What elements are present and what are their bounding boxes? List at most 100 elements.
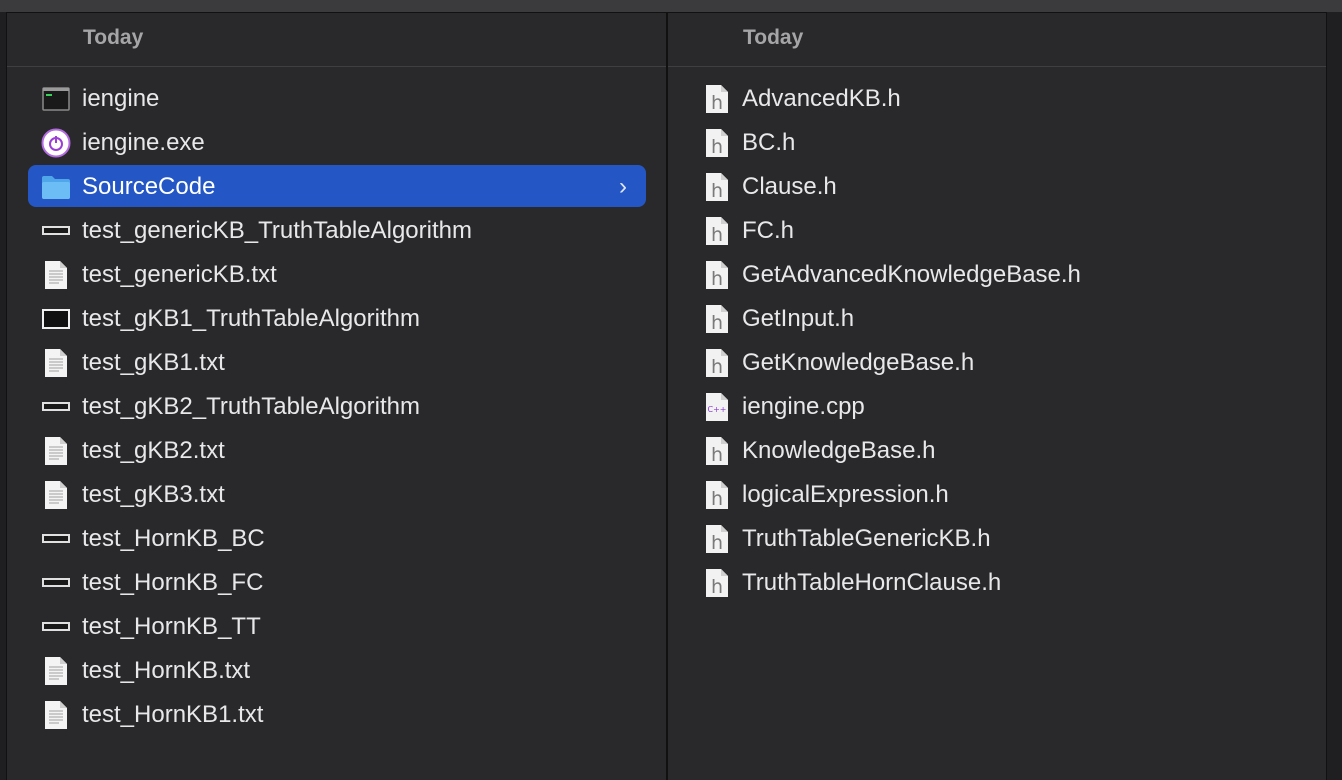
column-header-label: Today: [83, 26, 144, 49]
file-row[interactable]: test_HornKB1.txt: [7, 693, 666, 737]
file-list: h AdvancedKB.h h BC.h h Clause.h h FC.h …: [668, 77, 1326, 605]
sidebar-edge: [0, 12, 7, 780]
file-name: BC.h: [742, 129, 796, 156]
file-row-selected[interactable]: SourceCode ›: [7, 165, 666, 209]
text-doc-icon: [41, 656, 71, 686]
file-row[interactable]: test_HornKB_TT: [7, 605, 666, 649]
file-name: test_gKB2.txt: [82, 437, 225, 464]
h-file-icon: h: [702, 304, 732, 334]
file-row[interactable]: h AdvancedKB.h: [668, 77, 1326, 121]
file-list: iengine iengine.exe SourceCode › test_ge…: [7, 77, 666, 737]
window-edge: [1326, 12, 1342, 780]
file-name: iengine.exe: [82, 129, 205, 156]
file-name: test_gKB2_TruthTableAlgorithm: [82, 393, 420, 420]
file-row[interactable]: h TruthTableGenericKB.h: [668, 517, 1326, 561]
file-name: SourceCode: [82, 173, 216, 200]
file-row[interactable]: C++ iengine.cpp: [668, 385, 1326, 429]
file-name: test_HornKB_FC: [82, 569, 264, 596]
file-row[interactable]: test_gKB1_TruthTableAlgorithm: [7, 297, 666, 341]
text-doc-icon: [41, 700, 71, 730]
file-name: Clause.h: [742, 173, 837, 200]
text-doc-icon: [41, 480, 71, 510]
file-name: logicalExpression.h: [742, 481, 949, 508]
h-file-icon: h: [702, 84, 732, 114]
file-row[interactable]: test_genericKB_TruthTableAlgorithm: [7, 209, 666, 253]
exe-power-icon: [41, 128, 71, 158]
svg-text:h: h: [711, 356, 723, 378]
file-name: FC.h: [742, 217, 795, 244]
h-file-icon: h: [702, 216, 732, 246]
file-row[interactable]: h KnowledgeBase.h: [668, 429, 1326, 473]
file-name: TruthTableHornClause.h: [742, 569, 1002, 596]
column-left[interactable]: Today iengine iengine.exe SourceCode › t…: [7, 13, 666, 780]
exec-bar-icon: [41, 524, 71, 554]
file-row[interactable]: test_gKB2_TruthTableAlgorithm: [7, 385, 666, 429]
column-right[interactable]: Today h AdvancedKB.h h BC.h h Clause.h h…: [668, 13, 1326, 780]
svg-text:h: h: [711, 488, 723, 510]
column-header[interactable]: Today: [668, 13, 1326, 67]
exec-bar-icon: [41, 612, 71, 642]
exec-bar-icon: [41, 392, 71, 422]
file-row[interactable]: h FC.h: [668, 209, 1326, 253]
file-row[interactable]: h GetInput.h: [668, 297, 1326, 341]
file-row[interactable]: h Clause.h: [668, 165, 1326, 209]
column-header-label: Today: [743, 26, 804, 49]
file-name: test_HornKB.txt: [82, 657, 251, 684]
exec-bar-icon: [41, 216, 71, 246]
file-row[interactable]: test_genericKB.txt: [7, 253, 666, 297]
file-row[interactable]: h TruthTableHornClause.h: [668, 561, 1326, 605]
column-header[interactable]: Today: [7, 13, 666, 67]
file-name: TruthTableGenericKB.h: [742, 525, 991, 552]
svg-text:h: h: [711, 136, 723, 158]
exec-bar-icon: [41, 568, 71, 598]
svg-text:h: h: [711, 576, 723, 598]
file-name: AdvancedKB.h: [742, 85, 901, 112]
chevron-right-icon: ›: [619, 173, 627, 200]
svg-text:h: h: [711, 444, 723, 466]
file-row[interactable]: h logicalExpression.h: [668, 473, 1326, 517]
file-name: iengine: [82, 85, 160, 112]
file-name: GetInput.h: [742, 305, 855, 332]
file-row[interactable]: h GetKnowledgeBase.h: [668, 341, 1326, 385]
h-file-icon: h: [702, 480, 732, 510]
file-row[interactable]: h BC.h: [668, 121, 1326, 165]
h-file-icon: h: [702, 436, 732, 466]
file-row[interactable]: test_HornKB_BC: [7, 517, 666, 561]
file-name: GetAdvancedKnowledgeBase.h: [742, 261, 1081, 288]
svg-text:C++: C++: [708, 405, 727, 414]
svg-text:h: h: [711, 224, 723, 246]
svg-text:h: h: [711, 268, 723, 290]
file-name: test_gKB1.txt: [82, 349, 225, 376]
file-row[interactable]: test_gKB2.txt: [7, 429, 666, 473]
h-file-icon: h: [702, 128, 732, 158]
file-name: GetKnowledgeBase.h: [742, 349, 975, 376]
file-row[interactable]: test_HornKB.txt: [7, 649, 666, 693]
text-doc-icon: [41, 348, 71, 378]
cpp-file-icon: C++: [702, 392, 732, 422]
file-row[interactable]: h GetAdvancedKnowledgeBase.h: [668, 253, 1326, 297]
file-row[interactable]: test_gKB1.txt: [7, 341, 666, 385]
toolbar-edge: [0, 0, 1342, 13]
exec-window-icon: [41, 304, 71, 334]
h-file-icon: h: [702, 568, 732, 598]
finder-window: Today iengine iengine.exe SourceCode › t…: [0, 0, 1342, 780]
file-name: test_genericKB.txt: [82, 261, 277, 288]
file-row[interactable]: test_HornKB_FC: [7, 561, 666, 605]
h-file-icon: h: [702, 172, 732, 202]
text-doc-icon: [41, 260, 71, 290]
file-name: test_HornKB_TT: [82, 613, 261, 640]
file-row[interactable]: test_gKB3.txt: [7, 473, 666, 517]
file-name: test_HornKB1.txt: [82, 701, 264, 728]
file-name: KnowledgeBase.h: [742, 437, 936, 464]
text-doc-icon: [41, 436, 71, 466]
file-row[interactable]: iengine.exe: [7, 121, 666, 165]
svg-text:h: h: [711, 312, 723, 334]
file-row[interactable]: iengine: [7, 77, 666, 121]
terminal-exec-icon: [41, 84, 71, 114]
h-file-icon: h: [702, 348, 732, 378]
svg-text:h: h: [711, 180, 723, 202]
h-file-icon: h: [702, 524, 732, 554]
file-name: test_genericKB_TruthTableAlgorithm: [82, 217, 472, 244]
file-name: test_gKB3.txt: [82, 481, 225, 508]
svg-text:h: h: [711, 532, 723, 554]
